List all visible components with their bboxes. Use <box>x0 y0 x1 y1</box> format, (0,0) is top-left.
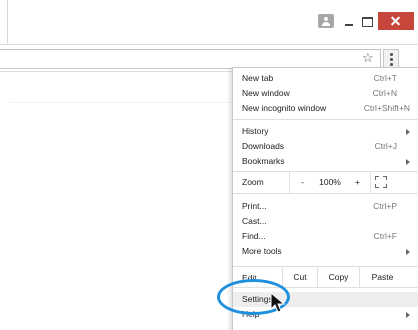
menu-item-bookmarks[interactable]: Bookmarks <box>233 154 418 169</box>
address-bar[interactable] <box>0 49 381 69</box>
minimize-icon[interactable] <box>340 12 360 30</box>
divider <box>10 102 230 103</box>
fullscreen-icon[interactable] <box>375 176 387 188</box>
zoom-label: Zoom <box>242 177 264 187</box>
menu-item-new-tab[interactable]: New tab Ctrl+T <box>233 71 418 86</box>
menu-item-shortcut: Ctrl+F <box>373 231 397 241</box>
menu-item-label: New tab <box>242 73 274 83</box>
menu-item-label: Downloads <box>242 141 285 151</box>
menu-item-find[interactable]: Find... Ctrl+F <box>233 229 418 244</box>
user-icon[interactable] <box>318 14 334 28</box>
cut-button[interactable]: Cut <box>282 267 317 288</box>
menu-item-more-tools[interactable]: More tools <box>233 244 418 259</box>
zoom-out-button[interactable]: - <box>289 171 315 193</box>
menu-item-label: History <box>242 126 269 136</box>
copy-button[interactable]: Copy <box>317 267 359 288</box>
zoom-row: Zoom - 100% + <box>233 171 418 193</box>
menu-item-new-window[interactable]: New window Ctrl+N <box>233 86 418 101</box>
menu-item-shortcut: Ctrl+J <box>374 141 397 151</box>
menu-item-shortcut: Ctrl+T <box>373 73 397 83</box>
menu-item-label: Cast... <box>242 216 267 226</box>
menu-divider <box>233 119 418 120</box>
submenu-arrow-icon <box>406 159 410 165</box>
menu-item-history[interactable]: History <box>233 124 418 139</box>
menu-item-cast[interactable]: Cast... <box>233 214 418 229</box>
menu-item-shortcut: Ctrl+Shift+N <box>363 103 410 113</box>
title-bar <box>0 0 418 44</box>
menu-item-print[interactable]: Print... Ctrl+P <box>233 199 418 214</box>
menu-item-shortcut: Ctrl+P <box>373 201 397 211</box>
menu-item-label: Bookmarks <box>242 156 285 166</box>
menu-item-label: Print... <box>242 201 267 211</box>
menu-item-label: New window <box>242 88 290 98</box>
window-frame <box>0 0 8 44</box>
maximize-icon[interactable] <box>358 12 378 30</box>
submenu-arrow-icon <box>406 249 410 255</box>
three-dot-menu-icon[interactable] <box>383 49 399 68</box>
menu-item-shortcut: Ctrl+N <box>372 88 397 98</box>
menu-item-downloads[interactable]: Downloads Ctrl+J <box>233 139 418 154</box>
menu-item-label: New incognito window <box>242 103 327 113</box>
close-icon[interactable] <box>378 12 414 30</box>
menu-item-label: More tools <box>242 246 282 256</box>
submenu-arrow-icon <box>406 312 410 318</box>
mouse-cursor-icon <box>270 292 286 313</box>
zoom-in-button[interactable]: + <box>345 171 371 193</box>
star-icon[interactable]: ☆ <box>362 51 374 65</box>
menu-item-new-incognito-window[interactable]: New incognito window Ctrl+Shift+N <box>233 101 418 116</box>
paste-button[interactable]: Paste <box>359 267 405 288</box>
menu-item-label: Find... <box>242 231 266 241</box>
submenu-arrow-icon <box>406 129 410 135</box>
zoom-level: 100% <box>319 177 341 187</box>
menu-divider <box>233 193 418 194</box>
